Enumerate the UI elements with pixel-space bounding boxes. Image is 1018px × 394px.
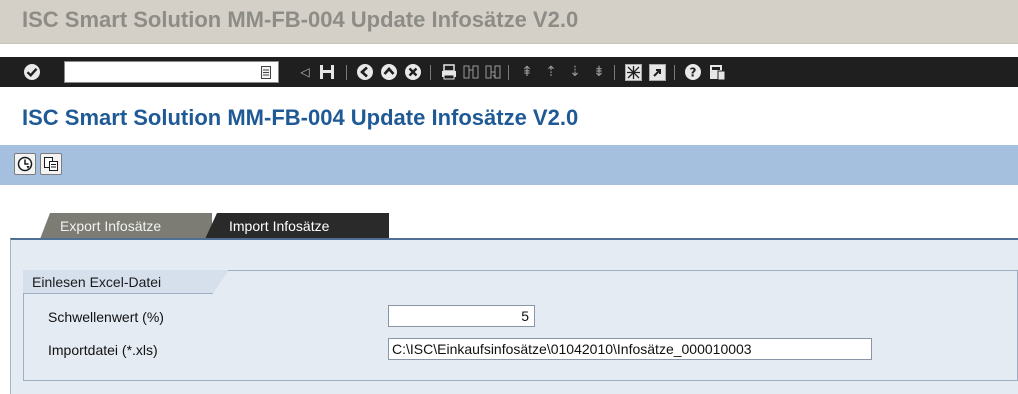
tab-strip: Export Infosätze Import Infosätze bbox=[10, 213, 1018, 239]
last-page-icon[interactable]: ⇟ bbox=[590, 63, 608, 81]
threshold-input[interactable] bbox=[388, 305, 535, 327]
import-file-input[interactable] bbox=[388, 338, 872, 360]
system-toolbar: ◁ ⇞ ⇡ ⇣ ⇟ ? bbox=[0, 57, 1018, 87]
application-toolbar bbox=[0, 145, 1018, 185]
window-title-bar: ISC Smart Solution MM-FB-004 Update Info… bbox=[0, 0, 1018, 44]
back-arrow-icon[interactable]: ◁ bbox=[296, 63, 314, 81]
tab-label: Import Infosätze bbox=[229, 218, 330, 234]
command-input[interactable] bbox=[65, 62, 255, 82]
find-icon[interactable] bbox=[462, 63, 480, 81]
first-page-icon[interactable]: ⇞ bbox=[518, 63, 536, 81]
history-icon[interactable] bbox=[260, 65, 272, 79]
cancel-icon[interactable] bbox=[404, 63, 422, 81]
window-title: ISC Smart Solution MM-FB-004 Update Info… bbox=[22, 7, 579, 32]
tab-export-infosaetze[interactable]: Export Infosätze bbox=[40, 213, 212, 239]
exit-icon[interactable] bbox=[380, 63, 398, 81]
import-file-label: Importdatei (*.xls) bbox=[48, 342, 158, 358]
next-page-icon[interactable]: ⇣ bbox=[566, 63, 584, 81]
copy-icon[interactable] bbox=[40, 153, 62, 175]
help-icon[interactable]: ? bbox=[684, 63, 702, 81]
group-title: Einlesen Excel-Datei bbox=[23, 270, 229, 294]
execute-icon[interactable] bbox=[14, 153, 36, 175]
tab-import-infosaetze[interactable]: Import Infosätze bbox=[205, 213, 389, 239]
screen-title: ISC Smart Solution MM-FB-004 Update Info… bbox=[22, 105, 579, 130]
svg-text:?: ? bbox=[690, 65, 697, 79]
command-field[interactable] bbox=[64, 61, 279, 83]
tab-label: Export Infosätze bbox=[60, 218, 162, 234]
find-next-icon[interactable] bbox=[484, 63, 502, 81]
create-session-icon[interactable] bbox=[624, 63, 642, 81]
layout-menu-icon[interactable] bbox=[708, 63, 726, 81]
previous-page-icon[interactable]: ⇡ bbox=[542, 63, 560, 81]
back-icon[interactable] bbox=[356, 63, 374, 81]
save-icon[interactable] bbox=[318, 63, 336, 81]
threshold-label: Schwellenwert (%) bbox=[48, 309, 164, 325]
print-icon[interactable] bbox=[440, 63, 458, 81]
enter-icon[interactable] bbox=[22, 62, 42, 82]
shortcut-icon[interactable] bbox=[648, 63, 666, 81]
